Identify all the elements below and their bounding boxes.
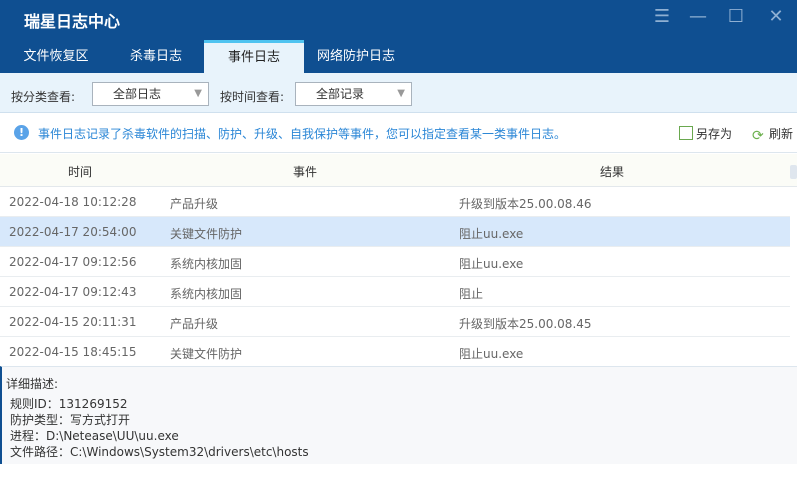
cell-result: 升级到版本25.00.08.45	[459, 317, 592, 331]
table-row[interactable]: 2022-04-15 20:11:31 产品升级 升级到版本25.00.08.45	[0, 307, 790, 337]
cell-time: 2022-04-17 09:12:43	[9, 285, 137, 299]
time-value: 全部记录	[316, 87, 365, 101]
cell-time: 2022-04-15 18:45:15	[9, 345, 137, 359]
info-icon: !	[14, 125, 29, 140]
chevron-down-icon: ▼	[397, 88, 405, 99]
cell-result: 升级到版本25.00.08.46	[459, 197, 592, 211]
cell-event: 产品升级	[170, 317, 219, 331]
maximize-icon[interactable]: ☐	[724, 6, 748, 27]
cell-result: 阻止uu.exe	[459, 347, 524, 361]
detail-line: 进程：D:\Netease\UU\uu.exe	[10, 429, 179, 443]
detail-panel: 详细描述: 规则ID：131269152 防护类型：写方式打开 进程：D:\Ne…	[0, 366, 797, 464]
tab-file-recovery[interactable]: 文件恢复区	[10, 40, 102, 73]
table-row[interactable]: 2022-04-15 18:45:15 关键文件防护 阻止uu.exe	[0, 337, 790, 367]
table-header: 时间 事件 结果	[0, 154, 797, 187]
cell-event: 系统内核加固	[170, 257, 243, 271]
tab-event-log[interactable]: 事件日志	[204, 40, 304, 73]
category-label: 按分类查看:	[11, 90, 76, 104]
info-text: 事件日志记录了杀毒软件的扫描、防护、升级、自我保护等事件，您可以指定查看某一类事…	[38, 127, 567, 141]
refresh-label: 刷新	[769, 127, 794, 141]
chevron-down-icon: ▼	[194, 88, 202, 99]
title-bar: 瑞星日志中心 ☰ — ☐ ✕ 文件恢复区 杀毒日志 事件日志 网络防护日志	[0, 0, 797, 73]
tab-virus-log[interactable]: 杀毒日志	[110, 40, 202, 73]
tab-network-log[interactable]: 网络防护日志	[308, 40, 404, 73]
detail-label: 详细描述:	[6, 377, 59, 391]
category-value: 全部日志	[113, 87, 162, 101]
detail-line: 文件路径：C:\Windows\System32\drivers\etc\hos…	[10, 445, 309, 459]
filter-bar: 按分类查看: 全部日志 ▼ 按时间查看: 全部记录 ▼	[0, 73, 797, 113]
save-as-label: 另存为	[696, 127, 733, 141]
table-row[interactable]: 2022-04-17 20:54:00 关键文件防护 阻止uu.exe	[0, 217, 790, 247]
time-select[interactable]: 全部记录 ▼	[295, 82, 412, 106]
menu-icon[interactable]: ☰	[650, 6, 674, 27]
cell-event: 产品升级	[170, 197, 219, 211]
cell-time: 2022-04-15 20:11:31	[9, 315, 137, 329]
category-select[interactable]: 全部日志 ▼	[92, 82, 209, 106]
cell-time: 2022-04-18 10:12:28	[9, 195, 137, 209]
cell-time: 2022-04-17 20:54:00	[9, 225, 137, 239]
column-event[interactable]: 事件	[293, 163, 317, 180]
cell-result: 阻止uu.exe	[459, 227, 524, 241]
time-label: 按时间查看:	[220, 90, 285, 104]
refresh-button[interactable]: ⟳ 刷新	[752, 125, 793, 143]
refresh-icon: ⟳	[752, 128, 764, 144]
save-as-button[interactable]: 另存为	[679, 125, 732, 142]
detail-line: 规则ID：131269152	[10, 397, 128, 411]
app-title: 瑞星日志中心	[24, 12, 121, 31]
column-time[interactable]: 时间	[68, 163, 92, 180]
cell-time: 2022-04-17 09:12:56	[9, 255, 137, 269]
close-icon[interactable]: ✕	[764, 6, 788, 27]
cell-event: 系统内核加固	[170, 287, 243, 301]
detail-line: 防护类型：写方式打开	[10, 413, 131, 427]
table-row[interactable]: 2022-04-17 09:12:43 系统内核加固 阻止	[0, 277, 790, 307]
cell-result: 阻止uu.exe	[459, 257, 524, 271]
table-row[interactable]: 2022-04-17 09:12:56 系统内核加固 阻止uu.exe	[0, 247, 790, 277]
minimize-icon[interactable]: —	[686, 6, 710, 27]
info-bar: ! 事件日志记录了杀毒软件的扫描、防护、升级、自我保护等事件，您可以指定查看某一…	[0, 113, 797, 153]
cell-event: 关键文件防护	[170, 227, 243, 241]
column-result[interactable]: 结果	[600, 163, 624, 180]
cell-result: 阻止	[459, 287, 484, 301]
cell-event: 关键文件防护	[170, 347, 243, 361]
table-row[interactable]: 2022-04-18 10:12:28 产品升级 升级到版本25.00.08.46	[0, 187, 790, 217]
scrollbar[interactable]	[790, 165, 797, 179]
export-icon	[679, 126, 693, 140]
